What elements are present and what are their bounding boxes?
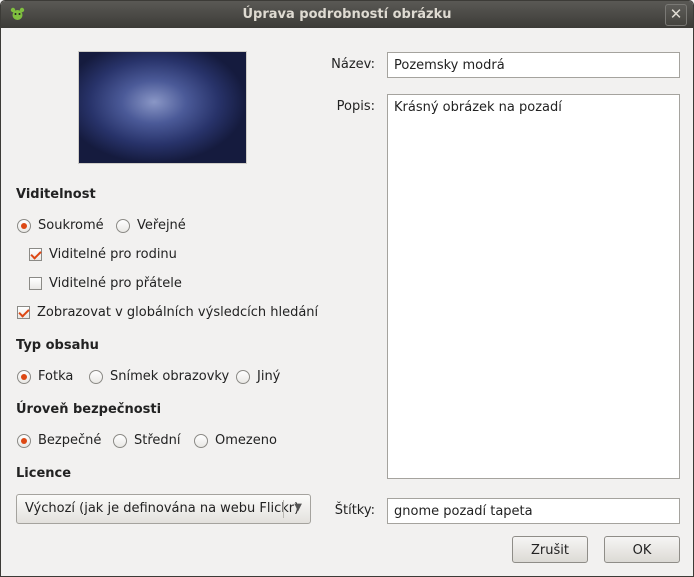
family-checkbox-indicator — [29, 248, 42, 261]
ok-button[interactable]: OK — [604, 536, 680, 563]
safety-safe-label: Bezpečné — [38, 433, 102, 448]
global-search-checkbox-label: Zobrazovat v globálních výsledcích hledá… — [37, 305, 319, 320]
license-heading: Licence — [16, 466, 72, 481]
public-radio-indicator — [116, 218, 130, 233]
visibility-heading: Viditelnost — [16, 187, 96, 202]
friends-checkbox-label: Viditelné pro přátele — [49, 276, 182, 291]
cancel-button[interactable]: Zrušit — [512, 536, 588, 563]
content-type-screenshot-indicator — [89, 369, 103, 384]
content-type-heading: Typ obsahu — [16, 338, 99, 353]
chevron-down-icon: ▼ — [294, 502, 302, 513]
global-search-checkbox-indicator — [17, 306, 30, 319]
content-type-other-radio[interactable]: Jiný — [236, 369, 280, 384]
safety-moderate-radio[interactable]: Střední — [113, 433, 181, 448]
description-label: Popis: — [336, 99, 375, 114]
content-type-other-indicator — [236, 369, 250, 384]
safety-moderate-label: Střední — [134, 433, 181, 448]
family-checkbox-label: Viditelné pro rodinu — [49, 247, 177, 262]
friends-checkbox-indicator — [29, 277, 42, 290]
family-checkbox[interactable]: Viditelné pro rodinu — [29, 247, 177, 262]
content-type-other-label: Jiný — [257, 369, 281, 384]
private-radio[interactable]: Soukromé — [17, 218, 104, 233]
safety-restricted-indicator — [194, 433, 208, 448]
safety-restricted-label: Omezeno — [215, 433, 277, 448]
public-radio-label: Veřejné — [137, 218, 186, 233]
dialog-window: Úprava podrobností obrázku ✕ Viditelnost… — [0, 0, 694, 577]
content-type-screenshot-label: Snímek obrazovky — [110, 369, 230, 384]
license-dropdown[interactable]: Výchozí (jak je definována na webu Flick… — [16, 494, 311, 524]
tags-label: Štítky: — [334, 503, 375, 518]
content-type-photo-label: Fotka — [38, 369, 74, 384]
license-dropdown-separator — [283, 500, 284, 518]
content-type-photo-radio[interactable]: Fotka — [17, 369, 73, 384]
license-dropdown-value: Výchozí (jak je definována na webu Flick… — [25, 501, 300, 516]
safety-heading: Úroveň bezpečnosti — [16, 402, 162, 417]
name-label: Název: — [331, 57, 375, 72]
title-bar: Úprava podrobností obrázku ✕ — [1, 1, 693, 28]
tags-input[interactable]: gnome pozadí tapeta — [387, 498, 680, 524]
window-title: Úprava podrobností obrázku — [242, 7, 452, 22]
safety-safe-radio[interactable]: Bezpečné — [17, 433, 101, 448]
global-search-checkbox[interactable]: Zobrazovat v globálních výsledcích hledá… — [17, 305, 318, 320]
content-type-screenshot-radio[interactable]: Snímek obrazovky — [89, 369, 229, 384]
safety-moderate-indicator — [113, 433, 127, 448]
image-thumbnail — [79, 52, 246, 163]
private-radio-label: Soukromé — [38, 218, 104, 233]
safety-restricted-radio[interactable]: Omezeno — [194, 433, 277, 448]
name-input[interactable]: Pozemsky modrá — [387, 52, 680, 78]
content-type-photo-indicator — [17, 369, 31, 384]
close-button[interactable]: ✕ — [665, 4, 687, 26]
description-textarea[interactable]: Krásný obrázek na pozadí — [387, 94, 680, 479]
friends-checkbox[interactable]: Viditelné pro přátele — [29, 276, 182, 291]
public-radio[interactable]: Veřejné — [116, 218, 186, 233]
private-radio-indicator — [17, 218, 31, 233]
safety-safe-indicator — [17, 433, 31, 448]
